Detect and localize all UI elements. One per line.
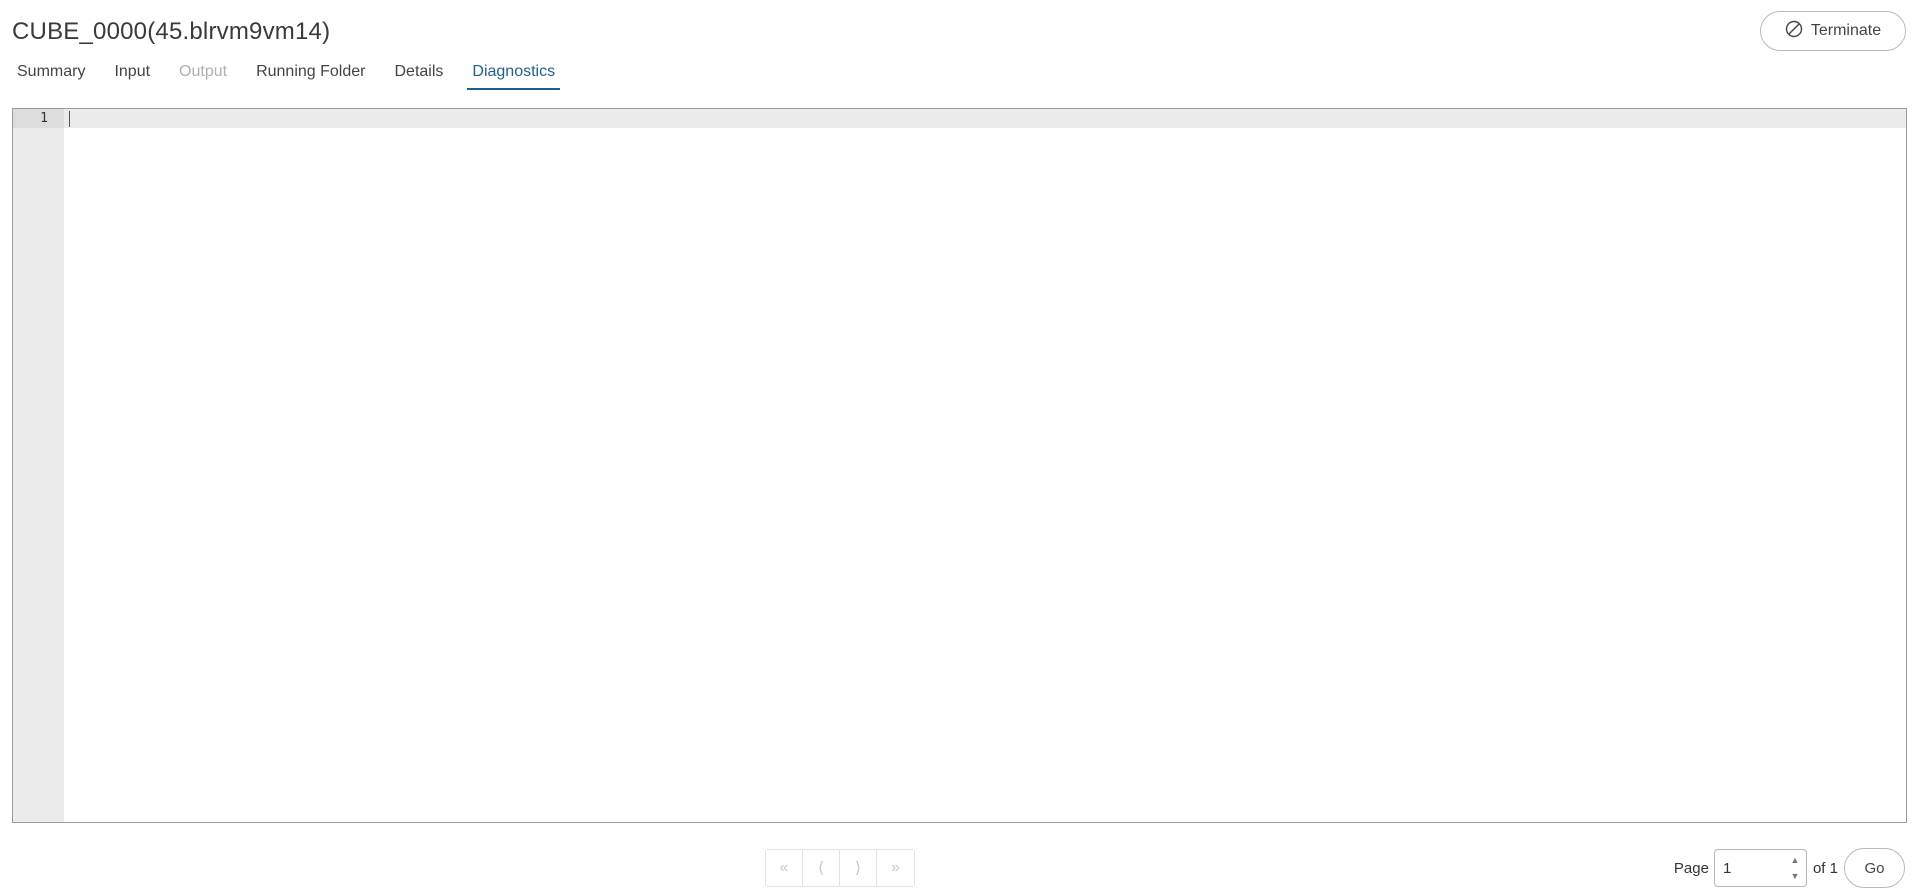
diagnostics-editor[interactable]: 1 <box>12 108 1907 823</box>
active-line-highlight <box>64 109 1906 128</box>
circle-slash-icon <box>1785 20 1803 43</box>
total-pages-label: of 1 <box>1812 859 1838 877</box>
job-detail-page: CUBE_0000(45.blrvm9vm14) Terminate Summa… <box>0 0 1915 896</box>
line-number-gutter: 1 <box>13 109 64 822</box>
page-jump: Page ▲ ▼ of 1 Go <box>1673 848 1905 888</box>
go-button[interactable]: Go <box>1844 848 1905 888</box>
next-page-button[interactable]: ⟩ <box>840 850 877 886</box>
page-label: Page <box>1673 859 1709 877</box>
page-number-stepper: ▲ ▼ <box>1713 849 1807 887</box>
text-cursor <box>69 111 70 127</box>
previous-page-button[interactable]: ⟨ <box>803 850 840 886</box>
decrement-arrow-icon[interactable]: ▼ <box>1787 868 1803 884</box>
tab-input[interactable]: Input <box>109 60 155 90</box>
tab-summary[interactable]: Summary <box>12 60 90 90</box>
terminate-button-label: Terminate <box>1810 22 1882 39</box>
pagination-controls: « ⟨ ⟩ » <box>765 849 915 887</box>
tab-running-folder[interactable]: Running Folder <box>251 60 370 90</box>
page-title: CUBE_0000(45.blrvm9vm14) <box>12 18 331 45</box>
tab-bar: Summary Input Output Running Folder Deta… <box>12 60 579 92</box>
tab-output: Output <box>179 63 228 80</box>
page-number-input[interactable] <box>1714 850 1785 886</box>
terminate-button[interactable]: Terminate <box>1760 11 1906 51</box>
line-number: 1 <box>13 109 64 128</box>
last-page-button[interactable]: » <box>877 850 914 886</box>
tab-diagnostics[interactable]: Diagnostics <box>467 60 561 90</box>
tab-details[interactable]: Details <box>389 60 448 90</box>
first-page-button[interactable]: « <box>766 850 803 886</box>
increment-arrow-icon[interactable]: ▲ <box>1787 852 1803 868</box>
